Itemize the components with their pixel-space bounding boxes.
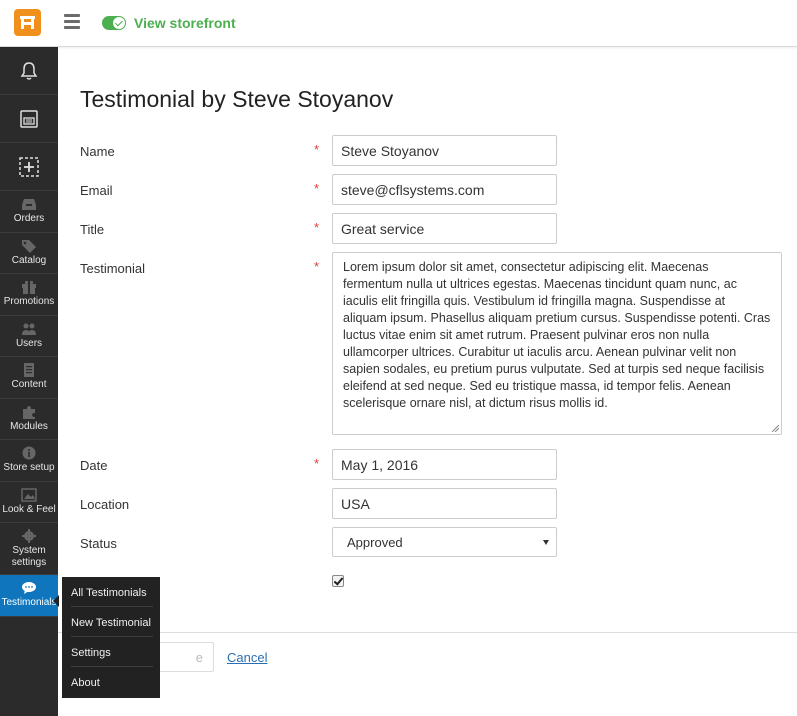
sidebar-item-label: Catalog: [11, 254, 47, 266]
inbox-icon: [22, 199, 36, 211]
sidebar-item-users[interactable]: Users: [0, 316, 58, 357]
toggle-switch[interactable]: [102, 16, 126, 30]
main-content: Testimonial by Steve Stoyanov Name * Ste…: [58, 48, 797, 716]
enabled-checkbox[interactable]: [332, 575, 344, 587]
email-field[interactable]: steve@cflsystems.com: [332, 174, 557, 205]
location-label: Location: [80, 497, 130, 512]
sidebar-item-add[interactable]: [0, 143, 58, 191]
sidebar-item-promotions[interactable]: Promotions: [0, 274, 58, 316]
sidebar-item-orders[interactable]: Orders: [0, 191, 58, 233]
gift-icon: [22, 281, 36, 295]
page-title: Testimonial by Steve Stoyanov: [80, 86, 394, 112]
required-mark: *: [314, 181, 320, 196]
location-field[interactable]: USA: [332, 488, 557, 519]
sidebar-item-label: Promotions: [3, 296, 55, 308]
required-mark: *: [314, 259, 320, 274]
sidebar-item-label: Users: [15, 337, 43, 349]
required-mark: *: [314, 220, 320, 235]
sidebar-item-look-feel[interactable]: Look & Feel: [0, 482, 58, 523]
email-label: Email: [80, 183, 113, 198]
testimonial-text: Lorem ipsum dolor sit amet, consectetur …: [343, 260, 771, 410]
form-footer: e Cancel: [58, 632, 797, 716]
sidebar-item-store-setup[interactable]: Store setup: [0, 440, 58, 482]
resize-handle-icon[interactable]: [772, 425, 779, 432]
sidebar-item-label: Content: [11, 379, 47, 391]
sidebar: Orders Catalog Promotions Users Content …: [0, 47, 59, 716]
name-label: Name: [80, 144, 115, 159]
sidebar-item-modules[interactable]: Modules: [0, 399, 58, 440]
puzzle-icon: [23, 405, 35, 419]
storefront-icon: [20, 109, 38, 128]
required-mark: *: [314, 456, 320, 471]
flyout-item-all-testimonials[interactable]: All Testimonials: [71, 577, 153, 607]
sidebar-item-label: Store setup: [3, 462, 55, 474]
image-icon: [21, 488, 37, 502]
testimonial-textarea[interactable]: Lorem ipsum dolor sit amet, consectetur …: [332, 252, 782, 435]
add-icon: [19, 156, 39, 177]
sidebar-item-label: Orders: [13, 213, 45, 225]
bell-icon: [20, 61, 38, 80]
testimonials-flyout-menu: All Testimonials New Testimonial Setting…: [62, 577, 160, 698]
view-storefront-toggle[interactable]: View storefront: [102, 13, 236, 33]
sidebar-item-label: Testimonials: [1, 597, 57, 609]
chat-icon: [22, 582, 36, 595]
name-field[interactable]: Steve Stoyanov: [332, 135, 557, 166]
info-icon: [22, 446, 36, 460]
status-select[interactable]: Approved: [332, 527, 557, 557]
flyout-caret: [53, 595, 59, 607]
status-selected-value: Approved: [347, 535, 403, 550]
sidebar-item-notifications[interactable]: [0, 47, 58, 95]
sidebar-item-content[interactable]: Content: [0, 357, 58, 399]
status-label: Status: [80, 536, 117, 551]
hamburger-icon[interactable]: [64, 14, 80, 30]
sidebar-item-system-settings[interactable]: System settings: [0, 523, 58, 575]
flyout-item-new-testimonial[interactable]: New Testimonial: [71, 607, 153, 637]
date-field[interactable]: May 1, 2016: [332, 449, 557, 480]
sidebar-item-label: System settings: [11, 544, 47, 568]
chevron-down-icon: [543, 540, 549, 545]
top-bar: View storefront: [0, 0, 797, 47]
tag-icon: [22, 239, 36, 253]
shop-logo-icon[interactable]: [14, 9, 41, 36]
sidebar-item-catalog[interactable]: Catalog: [0, 233, 58, 274]
users-icon: [22, 323, 36, 335]
flyout-item-about[interactable]: About: [71, 667, 153, 697]
title-label: Title: [80, 222, 105, 237]
gear-icon: [22, 528, 36, 543]
document-icon: [24, 363, 34, 378]
required-mark: *: [314, 142, 320, 157]
sidebar-item-label: Look & Feel: [2, 503, 56, 515]
sidebar-item-testimonials[interactable]: Testimonials: [0, 575, 59, 617]
flyout-item-settings[interactable]: Settings: [71, 637, 153, 667]
view-storefront-label[interactable]: View storefront: [134, 15, 236, 31]
sidebar-item-label: Modules: [10, 420, 48, 432]
title-field[interactable]: Great service: [332, 213, 557, 244]
date-label: Date: [80, 458, 108, 473]
sidebar-item-store[interactable]: [0, 95, 58, 143]
cancel-link[interactable]: Cancel: [227, 650, 267, 665]
testimonial-label: Testimonial: [80, 261, 146, 276]
